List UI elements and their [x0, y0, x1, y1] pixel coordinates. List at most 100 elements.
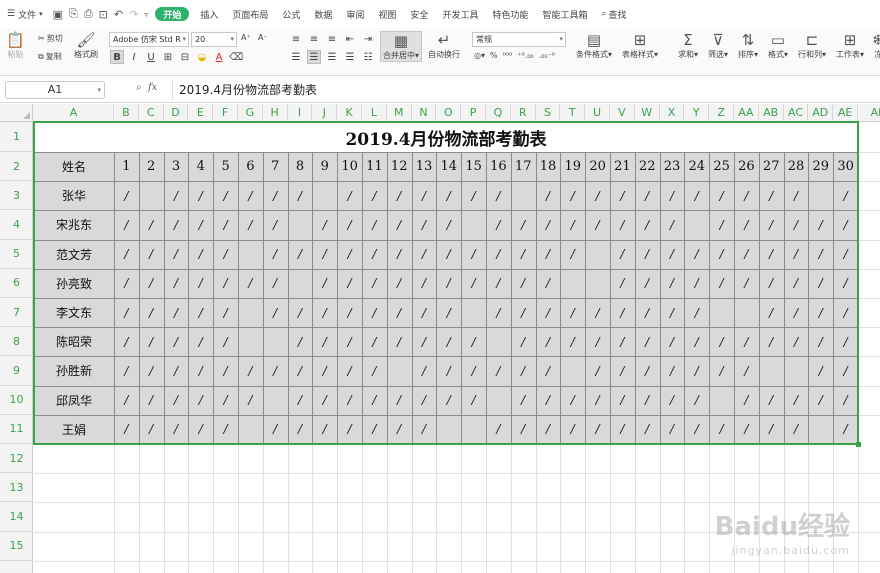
fill-color-icon[interactable]: ⊟: [178, 50, 192, 64]
column-header-AF[interactable]: AF: [858, 104, 880, 122]
attendance-mark-cell[interactable]: /: [511, 386, 536, 415]
day-header-cell[interactable]: 3: [164, 152, 189, 181]
column-header-N[interactable]: N: [412, 104, 437, 122]
attendance-mark-cell[interactable]: /: [188, 415, 213, 444]
attendance-mark-cell[interactable]: /: [560, 210, 585, 239]
tab-0[interactable]: 开始: [155, 7, 190, 21]
export-icon[interactable]: ⎘: [66, 7, 81, 21]
day-header-cell[interactable]: 15: [461, 152, 486, 181]
employee-name-cell[interactable]: 邱凤华: [34, 386, 114, 415]
attendance-mark-cell[interactable]: /: [759, 269, 784, 298]
attendance-mark-cell[interactable]: /: [436, 327, 461, 356]
attendance-mark-cell[interactable]: /: [759, 181, 784, 210]
rows-cols-button[interactable]: ⊏ 行和列▾: [798, 31, 826, 60]
attendance-mark-cell[interactable]: /: [238, 181, 263, 210]
indent-decrease-icon[interactable]: ⇤: [343, 32, 357, 46]
attendance-mark-cell[interactable]: /: [387, 240, 412, 269]
column-header-A[interactable]: A: [34, 104, 114, 122]
attendance-mark-cell[interactable]: /: [238, 356, 263, 385]
attendance-mark-cell[interactable]: /: [536, 269, 561, 298]
attendance-mark-cell[interactable]: /: [560, 298, 585, 327]
attendance-mark-cell[interactable]: /: [412, 298, 437, 327]
attendance-mark-cell[interactable]: /: [114, 240, 139, 269]
attendance-mark-cell[interactable]: /: [114, 298, 139, 327]
day-header-cell[interactable]: 17: [511, 152, 536, 181]
employee-name-cell[interactable]: 张华: [34, 181, 114, 210]
day-header-cell[interactable]: 27: [759, 152, 784, 181]
font-shrink-button[interactable]: A⁻: [258, 33, 268, 42]
attendance-mark-cell[interactable]: /: [833, 181, 858, 210]
column-header-S[interactable]: S: [536, 104, 561, 122]
table-style-button[interactable]: ⊞ 表格样式▾: [622, 31, 658, 60]
attendance-mark-cell[interactable]: /: [188, 269, 213, 298]
attendance-mark-cell[interactable]: /: [684, 356, 709, 385]
attendance-mark-cell[interactable]: /: [412, 240, 437, 269]
attendance-mark-cell[interactable]: /: [139, 298, 164, 327]
attendance-mark-cell[interactable]: /: [387, 181, 412, 210]
day-header-cell[interactable]: 29: [808, 152, 833, 181]
day-header-cell[interactable]: 22: [635, 152, 660, 181]
attendance-mark-cell[interactable]: /: [610, 269, 635, 298]
copy-button[interactable]: ⧉ 复制: [38, 51, 62, 62]
attendance-mark-cell[interactable]: /: [759, 327, 784, 356]
attendance-mark-cell[interactable]: /: [164, 298, 189, 327]
attendance-mark-cell[interactable]: /: [660, 269, 685, 298]
attendance-mark-cell[interactable]: /: [362, 181, 387, 210]
attendance-mark-cell[interactable]: /: [486, 269, 511, 298]
column-header-H[interactable]: H: [263, 104, 288, 122]
attendance-mark-cell[interactable]: /: [164, 415, 189, 444]
conditional-format-button[interactable]: ▤ 条件格式▾: [576, 31, 612, 60]
day-header-cell[interactable]: 6: [238, 152, 263, 181]
attendance-mark-cell[interactable]: /: [585, 386, 610, 415]
employee-name-cell[interactable]: 孙胜新: [34, 356, 114, 385]
attendance-mark-cell[interactable]: /: [734, 269, 759, 298]
row-header-11[interactable]: 11: [0, 415, 33, 444]
attendance-mark-cell[interactable]: /: [808, 386, 833, 415]
attendance-mark-cell[interactable]: /: [312, 240, 337, 269]
distributed-icon[interactable]: ☷: [361, 50, 375, 64]
attendance-mark-cell[interactable]: /: [684, 327, 709, 356]
attendance-mark-cell[interactable]: /: [635, 327, 660, 356]
attendance-mark-cell[interactable]: /: [312, 386, 337, 415]
day-header-cell[interactable]: 19: [560, 152, 585, 181]
undo-icon[interactable]: ↶: [111, 8, 126, 21]
font-color-icon[interactable]: A: [212, 50, 226, 64]
attendance-mark-cell[interactable]: /: [412, 327, 437, 356]
attendance-mark-cell[interactable]: /: [238, 210, 263, 239]
attendance-mark-cell[interactable]: /: [436, 210, 461, 239]
print-icon[interactable]: ⎙: [81, 7, 96, 21]
attendance-mark-cell[interactable]: /: [833, 356, 858, 385]
attendance-mark-cell[interactable]: /: [486, 415, 511, 444]
column-header-AE[interactable]: AE: [833, 104, 858, 122]
attendance-mark-cell[interactable]: /: [635, 210, 660, 239]
attendance-mark-cell[interactable]: /: [585, 181, 610, 210]
merge-center-button[interactable]: ▦ 合并居中▾: [380, 31, 423, 62]
attendance-mark-cell[interactable]: /: [784, 298, 809, 327]
attendance-mark-cell[interactable]: /: [536, 415, 561, 444]
freeze-button[interactable]: ❄ 冻: [872, 31, 880, 60]
day-header-cell[interactable]: 23: [660, 152, 685, 181]
row-header-3[interactable]: 3: [0, 181, 33, 211]
attendance-mark-cell[interactable]: /: [734, 240, 759, 269]
indent-increase-icon[interactable]: ⇥: [361, 32, 375, 46]
attendance-mark-cell[interactable]: /: [709, 356, 734, 385]
attendance-mark-cell[interactable]: /: [139, 386, 164, 415]
attendance-mark-cell[interactable]: /: [362, 356, 387, 385]
attendance-mark-cell[interactable]: /: [312, 415, 337, 444]
attendance-mark-cell[interactable]: /: [213, 269, 238, 298]
attendance-mark-cell[interactable]: /: [759, 386, 784, 415]
attendance-mark-cell[interactable]: /: [660, 298, 685, 327]
column-header-K[interactable]: K: [337, 104, 362, 122]
attendance-mark-cell[interactable]: /: [114, 415, 139, 444]
attendance-mark-cell[interactable]: /: [312, 269, 337, 298]
attendance-mark-cell[interactable]: /: [684, 298, 709, 327]
attendance-mark-cell[interactable]: /: [808, 298, 833, 327]
attendance-mark-cell[interactable]: /: [362, 240, 387, 269]
attendance-mark-cell[interactable]: /: [759, 298, 784, 327]
attendance-mark-cell[interactable]: /: [635, 269, 660, 298]
attendance-mark-cell[interactable]: /: [188, 386, 213, 415]
attendance-mark-cell[interactable]: /: [114, 269, 139, 298]
file-menu[interactable]: ☰ 文件 ▾: [0, 4, 50, 24]
attendance-mark-cell[interactable]: /: [660, 356, 685, 385]
attendance-mark-cell[interactable]: /: [511, 356, 536, 385]
